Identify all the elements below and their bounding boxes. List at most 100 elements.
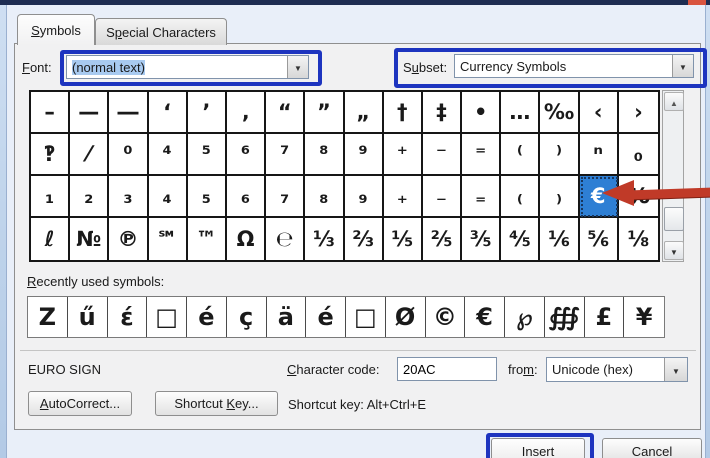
recent-symbol-cell[interactable]: □ [346,297,386,337]
symbol-cell[interactable]: ₄ [149,176,188,218]
symbol-cell[interactable]: † [384,92,423,134]
symbol-cell[interactable]: ⁻ [423,134,462,176]
recent-symbol-cell[interactable]: ä [267,297,307,337]
symbol-cell[interactable]: ⁽ [501,134,540,176]
symbol-cell[interactable]: … [501,92,540,134]
symbol-cell[interactable]: ℓ [31,218,70,260]
recent-symbol-cell[interactable]: ¥ [624,297,664,337]
symbol-cell[interactable]: ― [109,92,148,134]
recent-symbol-cell[interactable]: £ [585,297,625,337]
chevron-down-icon [294,58,302,76]
symbol-cell[interactable]: ₌ [462,176,501,218]
scrollbar-thumb[interactable] [664,207,684,231]
symbol-cell[interactable]: ₊ [384,176,423,218]
symbol-cell[interactable]: ℠ [149,218,188,260]
symbol-cell[interactable]: ’ [188,92,227,134]
symbol-cell[interactable]: ℗ [109,218,148,260]
recent-symbol-cell[interactable]: έ [108,297,148,337]
from-dropdown-button[interactable] [664,358,687,381]
symbol-grid: –—―‘’‚“”„†‡•…‰‹› ‽⁄⁰⁴⁵⁶⁷⁸⁹⁺⁻⁼⁽⁾ⁿ₀ ₁₂₃₄₅₆₇₈… [29,90,660,262]
symbol-cell[interactable]: ₀ [619,134,658,176]
symbol-cell[interactable]: ₁ [31,176,70,218]
symbol-cell[interactable]: ⅔ [345,218,384,260]
symbol-grid-scrollbar[interactable] [662,90,684,262]
symbol-cell[interactable]: • [462,92,501,134]
from-combobox[interactable]: Unicode (hex) [546,357,688,382]
symbol-cell[interactable]: ⅖ [423,218,462,260]
symbol-cell[interactable]: ₇ [266,176,305,218]
symbol-cell[interactable]: ⁰ [109,134,148,176]
symbol-cell[interactable]: ⁴ [149,134,188,176]
symbol-cell[interactable]: ‹ [580,92,619,134]
symbol-cell[interactable]: ₍ [501,176,540,218]
symbol-cell[interactable]: ⅗ [462,218,501,260]
symbol-cell[interactable]: ₅ [188,176,227,218]
symbol-cell[interactable]: ⁵ [188,134,227,176]
recent-symbol-cell[interactable]: □ [147,297,187,337]
symbol-cell[interactable]: ₋ [423,176,462,218]
symbol-cell[interactable]: ‡ [423,92,462,134]
symbol-cell[interactable]: ⁺ [384,134,423,176]
symbol-cell[interactable]: — [70,92,109,134]
symbol-cell[interactable]: ⅚ [580,218,619,260]
shortcut-key-button[interactable]: Shortcut Key... [155,391,278,416]
recent-symbol-cell[interactable]: é [187,297,227,337]
symbol-cell[interactable]: ₃ [109,176,148,218]
symbol-cell[interactable]: ” [305,92,344,134]
chevron-down-icon [672,361,680,379]
scroll-down-button[interactable] [664,241,684,260]
symbol-cell[interactable]: ₎ [540,176,579,218]
font-combobox[interactable]: (normal text) [66,55,309,79]
font-dropdown-button[interactable] [287,56,308,78]
symbol-cell[interactable]: ‘ [149,92,188,134]
symbol-cell[interactable]: “ [266,92,305,134]
recent-symbol-cell[interactable]: ű [68,297,108,337]
recent-symbol-cell[interactable]: € [465,297,505,337]
symbol-cell[interactable]: ⁹ [345,134,384,176]
symbol-cell[interactable]: „ [345,92,384,134]
symbol-cell[interactable]: ⁼ [462,134,501,176]
symbol-cell[interactable]: ⅓ [305,218,344,260]
symbol-cell[interactable]: ‽ [31,134,70,176]
symbol-cell[interactable]: ⅘ [501,218,540,260]
symbol-cell[interactable]: ⁶ [227,134,266,176]
symbol-cell[interactable]: ₉ [345,176,384,218]
recent-symbol-cell[interactable]: ℘ [505,297,545,337]
symbol-cell[interactable]: › [619,92,658,134]
recent-symbol-cell[interactable]: ∰ [545,297,585,337]
symbol-cell[interactable]: ⁷ [266,134,305,176]
tab-symbols[interactable]: Symbols [17,14,95,45]
symbol-cell[interactable]: ℮ [266,218,305,260]
symbol-cell[interactable]: Ω [227,218,266,260]
symbol-cell[interactable]: ‚ [227,92,266,134]
symbol-cell[interactable]: ⅛ [619,218,658,260]
character-code-input[interactable] [397,357,497,381]
subset-dropdown-button[interactable] [672,55,693,77]
symbol-cell[interactable]: – [31,92,70,134]
recent-symbol-cell[interactable]: © [426,297,466,337]
from-label: from: [508,362,538,377]
symbol-cell[interactable]: ⅙ [540,218,579,260]
subset-combobox-value: Currency Symbols [455,55,672,77]
subset-combobox[interactable]: Currency Symbols [454,54,694,78]
recent-symbol-cell[interactable]: ç [227,297,267,337]
symbol-cell[interactable]: ‰ [540,92,579,134]
symbol-cell[interactable]: ⁸ [305,134,344,176]
symbol-cell[interactable]: ™ [188,218,227,260]
symbol-cell[interactable]: ⅕ [384,218,423,260]
symbol-cell[interactable]: № [70,218,109,260]
cancel-button[interactable]: Cancel [602,438,702,458]
symbol-cell[interactable]: ⁄ [70,134,109,176]
symbol-cell[interactable]: ₆ [227,176,266,218]
recent-symbol-cell[interactable]: Ø [386,297,426,337]
tab-special-characters[interactable]: Special Characters [95,18,227,45]
recent-symbol-cell[interactable]: Z [28,297,68,337]
autocorrect-button[interactable]: AutoCorrect... [28,391,132,416]
symbol-cell[interactable]: ₈ [305,176,344,218]
symbol-cell[interactable]: ⁿ [580,134,619,176]
recent-symbol-cell[interactable]: é [306,297,346,337]
scroll-up-button[interactable] [664,92,684,111]
symbol-cell[interactable]: ⁾ [540,134,579,176]
symbol-cell[interactable]: ₂ [70,176,109,218]
insert-button[interactable]: Insert [491,438,585,458]
